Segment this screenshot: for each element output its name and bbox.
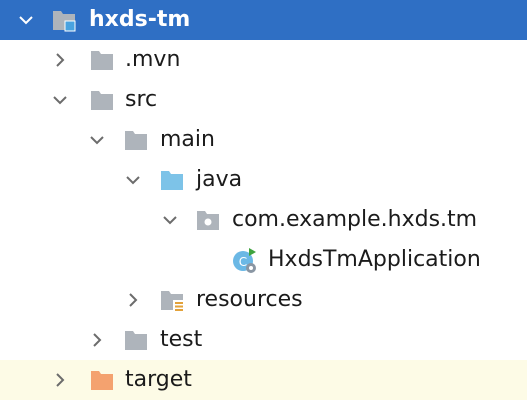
tree-node-label: src bbox=[125, 87, 158, 112]
tree-node-label: hxds-tm bbox=[89, 7, 191, 32]
svg-text:C: C bbox=[239, 255, 247, 269]
chevron-down-icon[interactable] bbox=[40, 80, 80, 120]
source-root-folder-icon bbox=[156, 160, 188, 200]
tree-node-label: java bbox=[196, 167, 243, 192]
chevron-down-icon[interactable] bbox=[113, 160, 153, 200]
excluded-folder-icon bbox=[86, 360, 118, 400]
resources-folder-icon bbox=[156, 280, 188, 320]
folder-icon bbox=[120, 320, 152, 360]
chevron-right-icon[interactable] bbox=[40, 40, 80, 80]
tree-node-resources[interactable]: resources bbox=[0, 280, 527, 320]
tree-node-label: com.example.hxds.tm bbox=[232, 207, 478, 232]
chevron-down-icon[interactable] bbox=[6, 0, 46, 40]
chevron-right-icon[interactable] bbox=[40, 360, 80, 400]
module-folder-icon bbox=[48, 0, 80, 40]
project-tree: hxds-tm .mvn src main java com.example.h… bbox=[0, 0, 527, 401]
tree-node-label: main bbox=[160, 127, 215, 152]
tree-node-main[interactable]: main bbox=[0, 120, 527, 160]
tree-node-src[interactable]: src bbox=[0, 80, 527, 120]
tree-node-target[interactable]: target bbox=[0, 360, 527, 400]
tree-node-test[interactable]: test bbox=[0, 320, 527, 360]
tree-node-mvn[interactable]: .mvn bbox=[0, 40, 527, 80]
tree-node-hxds-tm[interactable]: hxds-tm bbox=[0, 0, 527, 40]
chevron-right-icon[interactable] bbox=[77, 320, 117, 360]
tree-node-package[interactable]: com.example.hxds.tm bbox=[0, 200, 527, 240]
tree-node-label: test bbox=[160, 327, 203, 352]
tree-node-label: resources bbox=[196, 287, 303, 312]
folder-icon bbox=[86, 40, 118, 80]
chevron-right-icon[interactable] bbox=[113, 280, 153, 320]
tree-node-java[interactable]: java bbox=[0, 160, 527, 200]
package-icon bbox=[192, 200, 224, 240]
tree-node-label: target bbox=[125, 367, 192, 392]
spring-boot-application-class-icon: C bbox=[228, 240, 260, 280]
chevron-down-icon[interactable] bbox=[77, 120, 117, 160]
chevron-down-icon[interactable] bbox=[150, 200, 190, 240]
tree-node-hxdstmapplication[interactable]: C HxdsTmApplication bbox=[0, 240, 527, 280]
folder-icon bbox=[120, 120, 152, 160]
tree-node-label: .mvn bbox=[125, 47, 181, 72]
tree-node-label: HxdsTmApplication bbox=[268, 247, 481, 272]
folder-icon bbox=[86, 80, 118, 120]
